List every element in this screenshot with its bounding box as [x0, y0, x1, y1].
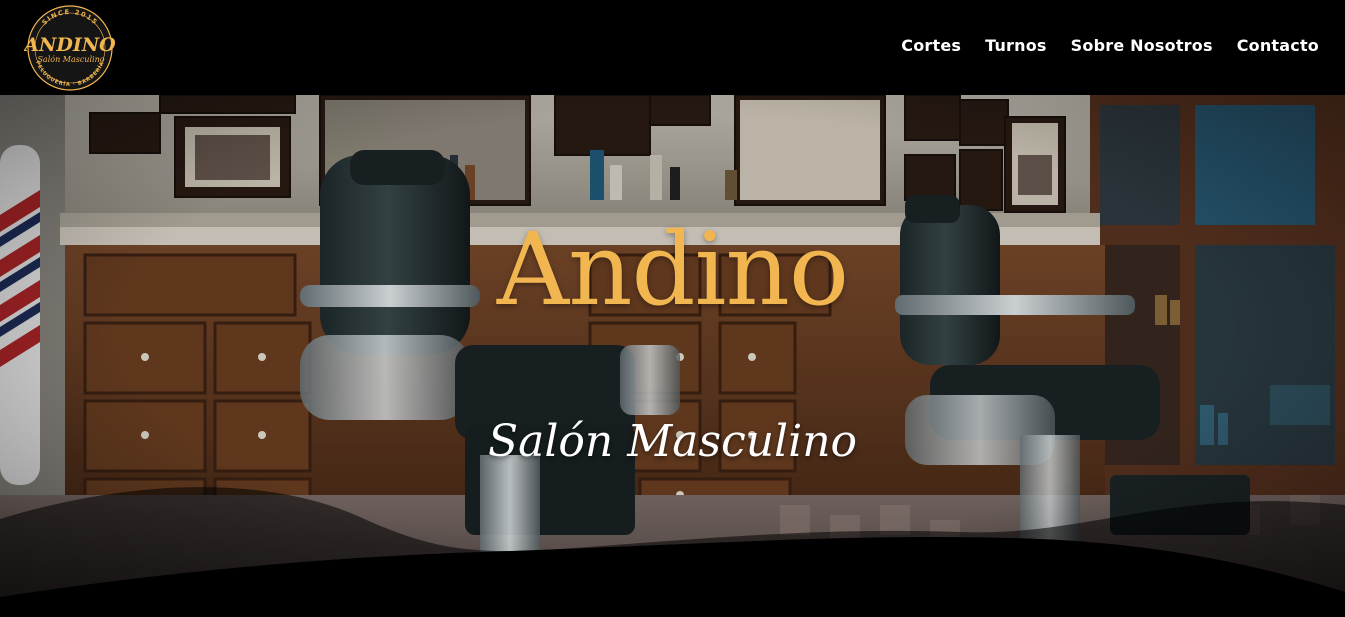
nav-link-cortes[interactable]: Cortes: [893, 33, 969, 58]
hero-wave-divider: [0, 487, 1345, 617]
nav-link-sobre-nosotros[interactable]: Sobre Nosotros: [1063, 33, 1221, 58]
nav-link-contacto[interactable]: Contacto: [1229, 33, 1327, 58]
logo-emblem: SINCE 2015 ANDINO Salón Masculino PELUQU…: [24, 5, 116, 91]
logo-name: ANDINO: [24, 34, 116, 56]
main-nav: Cortes Turnos Sobre Nosotros Contacto: [893, 33, 1327, 58]
logo[interactable]: SINCE 2015 ANDINO Salón Masculino PELUQU…: [24, 4, 116, 92]
hero-title: Andino: [496, 211, 849, 328]
page: SINCE 2015 ANDINO Salón Masculino PELUQU…: [0, 0, 1345, 617]
logo-tagline: Salón Masculino: [37, 55, 104, 64]
hero-section: Andino Salón Masculino: [0, 95, 1345, 617]
site-header: SINCE 2015 ANDINO Salón Masculino PELUQU…: [0, 0, 1345, 95]
hero-subtitle: Salón Masculino: [487, 416, 858, 467]
nav-link-turnos[interactable]: Turnos: [977, 33, 1055, 58]
